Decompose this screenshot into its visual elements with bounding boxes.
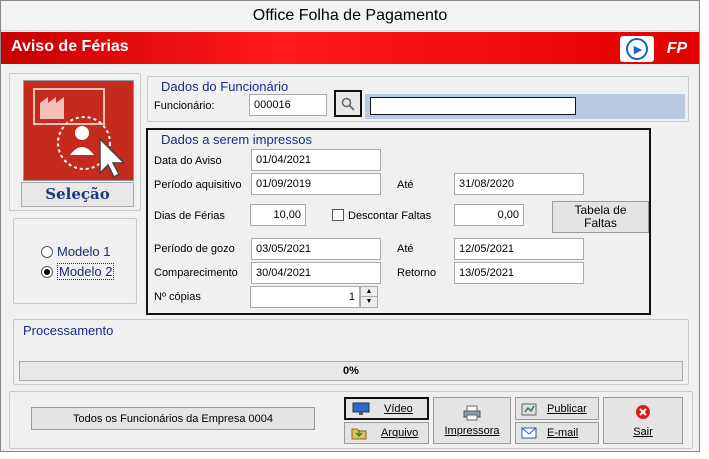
video-button[interactable]: Vídeo (344, 397, 429, 420)
sair-label: Sair (633, 425, 653, 438)
dias-ferias-input[interactable]: 10,00 (250, 204, 306, 226)
funcionario-code-input[interactable]: 000016 (249, 94, 327, 116)
modelo1-label: Modelo 1 (57, 244, 111, 259)
model-panel (13, 218, 137, 304)
close-icon (636, 404, 650, 419)
email-label: E-mail (547, 427, 579, 439)
periodo-gozo-label: Período de gozo (154, 243, 235, 255)
fp-logo: FP (666, 40, 688, 57)
periodo-aquisitivo-inicio-input[interactable]: 01/09/2019 (251, 173, 381, 195)
data-aviso-input[interactable]: 01/04/2021 (251, 149, 381, 171)
email-icon (521, 427, 537, 439)
processamento-title: Processamento (23, 323, 114, 338)
ate2-label: Até (397, 243, 414, 255)
email-button[interactable]: E-mail (515, 422, 599, 444)
modelo1-radio[interactable]: Modelo 1 (41, 244, 110, 259)
arquivo-button[interactable]: Arquivo (344, 422, 429, 444)
data-aviso-label: Data do Aviso (154, 155, 222, 167)
selecao-icon[interactable] (23, 80, 134, 181)
video-label: Vídeo (384, 402, 413, 415)
play-icon: ▶ (626, 38, 648, 60)
ate1-label: Até (397, 179, 414, 191)
copias-label: Nº cópias (154, 291, 201, 303)
search-button[interactable] (334, 90, 362, 117)
periodo-aquisitivo-fim-input[interactable]: 31/08/2020 (454, 173, 584, 195)
sair-button[interactable]: Sair (603, 397, 683, 444)
selecao-button[interactable]: Seleção (21, 182, 134, 207)
page-title: Aviso de Férias (11, 38, 129, 55)
impressora-label: Impressora (444, 424, 500, 437)
periodo-gozo-fim-input[interactable]: 12/05/2021 (454, 238, 584, 260)
search-icon (341, 97, 355, 111)
progress-bar: 0% (19, 361, 683, 381)
impressora-button[interactable]: Impressora (433, 397, 511, 444)
retorno-input[interactable]: 13/05/2021 (454, 262, 584, 284)
main-window: Office Folha de Pagamento Aviso de Féria… (0, 0, 700, 452)
printer-icon (463, 405, 481, 420)
dias-ferias-label: Dias de Férias (154, 210, 225, 222)
arquivo-label: Arquivo (381, 427, 419, 439)
tabela-faltas-button[interactable]: Tabela de Faltas (552, 201, 649, 233)
publish-icon (521, 403, 537, 415)
descontar-faltas-label: Descontar Faltas (348, 210, 432, 222)
monitor-icon (352, 402, 370, 415)
copias-stepper[interactable]: ▲ ▼ (360, 286, 378, 308)
comparecimento-input[interactable]: 30/04/2021 (251, 262, 381, 284)
radio-on-icon (41, 265, 53, 278)
header-bar: Aviso de Férias ▶ FP (1, 32, 699, 64)
impressos-group-title: Dados a serem impressos (161, 132, 312, 147)
funcionario-label: Funcionário: (154, 100, 215, 112)
todos-funcionarios-button[interactable]: Todos os Funcionários da Empresa 0004 (31, 407, 315, 430)
play-button[interactable]: ▶ (620, 36, 654, 62)
periodo-aquisitivo-label: Período aquisitivo (154, 179, 242, 191)
publicar-button[interactable]: Publicar (515, 397, 599, 420)
faltas-input[interactable]: 0,00 (454, 204, 524, 226)
chevron-up-icon[interactable]: ▲ (361, 287, 377, 297)
folder-icon (351, 428, 367, 440)
retorno-label: Retorno (397, 267, 437, 279)
radio-off-icon (41, 245, 53, 258)
modelo2-radio[interactable]: Modelo 2 (41, 263, 115, 280)
chevron-down-icon[interactable]: ▼ (361, 297, 377, 307)
periodo-gozo-inicio-input[interactable]: 03/05/2021 (251, 238, 381, 260)
modelo2-label: Modelo 2 (57, 263, 115, 280)
copias-input[interactable]: 1 (250, 286, 360, 308)
publicar-label: Publicar (547, 402, 587, 415)
comparecimento-label: Comparecimento (154, 267, 238, 279)
funcionario-group-title: Dados do Funcionário (161, 79, 289, 94)
window-title: Office Folha de Pagamento (1, 1, 699, 31)
descontar-faltas-checkbox[interactable] (332, 209, 344, 221)
funcionario-name-input[interactable] (370, 97, 576, 115)
